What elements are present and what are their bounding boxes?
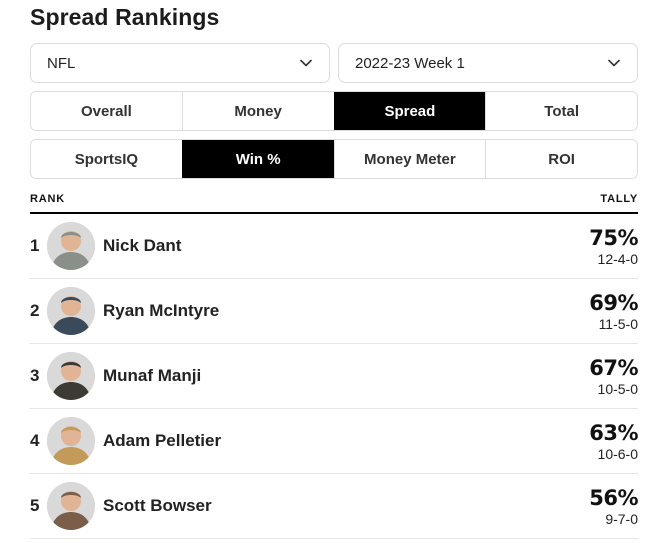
handicapper-name[interactable]: Ryan McIntyre xyxy=(103,279,219,343)
handicapper-name[interactable]: Nick Dant xyxy=(103,214,181,278)
tab-money[interactable]: Money xyxy=(181,92,334,130)
table-row[interactable]: 4 Adam Pelletier 63% 10-6-0 xyxy=(30,409,638,474)
avatar xyxy=(47,352,95,400)
handicapper-name[interactable]: Munaf Manji xyxy=(103,344,201,408)
table-row[interactable]: 1 Nick Dant 75% 12-4-0 xyxy=(30,214,638,279)
chevron-down-icon xyxy=(299,56,313,70)
win-loss-record: 10-6-0 xyxy=(597,446,638,462)
tab-total[interactable]: Total xyxy=(485,92,637,130)
rank-number: 3 xyxy=(30,366,40,385)
chevron-down-icon xyxy=(607,56,621,70)
win-loss-record: 11-5-0 xyxy=(598,316,638,332)
tab-overall[interactable]: Overall xyxy=(31,92,182,130)
win-percentage: 63% xyxy=(589,421,638,445)
rank-number: 2 xyxy=(30,301,40,320)
rank-number: 1 xyxy=(30,236,40,255)
league-select[interactable]: NFL xyxy=(30,43,330,83)
win-loss-record: 10-5-0 xyxy=(597,381,638,397)
win-percentage: 56% xyxy=(589,486,638,510)
avatar xyxy=(47,417,95,465)
category-tabs: Overall Money Spread Total xyxy=(30,91,638,131)
page-title: Spread Rankings xyxy=(30,4,220,30)
win-percentage: 67% xyxy=(589,356,638,380)
tab-roi[interactable]: ROI xyxy=(485,140,637,178)
win-percentage: 75% xyxy=(589,226,638,250)
win-loss-record: 12-4-0 xyxy=(597,251,638,267)
league-select-value: NFL xyxy=(47,54,76,72)
rank-number: 4 xyxy=(30,431,40,450)
rank-number: 5 xyxy=(30,496,40,515)
avatar xyxy=(47,287,95,335)
table-header: RANK TALLY xyxy=(30,190,638,214)
rank-column-header: RANK xyxy=(30,193,65,205)
tab-sportsiq[interactable]: SportsIQ xyxy=(31,140,182,178)
tab-spread[interactable]: Spread xyxy=(333,92,486,130)
week-select[interactable]: 2022-23 Week 1 xyxy=(338,43,638,83)
tally-column-header: TALLY xyxy=(600,193,638,205)
avatar xyxy=(47,482,95,530)
avatar xyxy=(47,222,95,270)
handicapper-name[interactable]: Scott Bowser xyxy=(103,474,212,538)
week-select-value: 2022-23 Week 1 xyxy=(355,54,465,72)
tab-money-meter[interactable]: Money Meter xyxy=(333,140,486,178)
win-loss-record: 9-7-0 xyxy=(605,511,638,527)
tab-win-pct[interactable]: Win % xyxy=(181,140,334,178)
table-row[interactable]: 3 Munaf Manji 67% 10-5-0 xyxy=(30,344,638,409)
table-row[interactable]: 2 Ryan McIntyre 69% 11-5-0 xyxy=(30,279,638,344)
win-percentage: 69% xyxy=(589,291,638,315)
table-row[interactable]: 5 Scott Bowser 56% 9-7-0 xyxy=(30,474,638,539)
handicapper-name[interactable]: Adam Pelletier xyxy=(103,409,221,473)
metric-tabs: SportsIQ Win % Money Meter ROI xyxy=(30,139,638,179)
